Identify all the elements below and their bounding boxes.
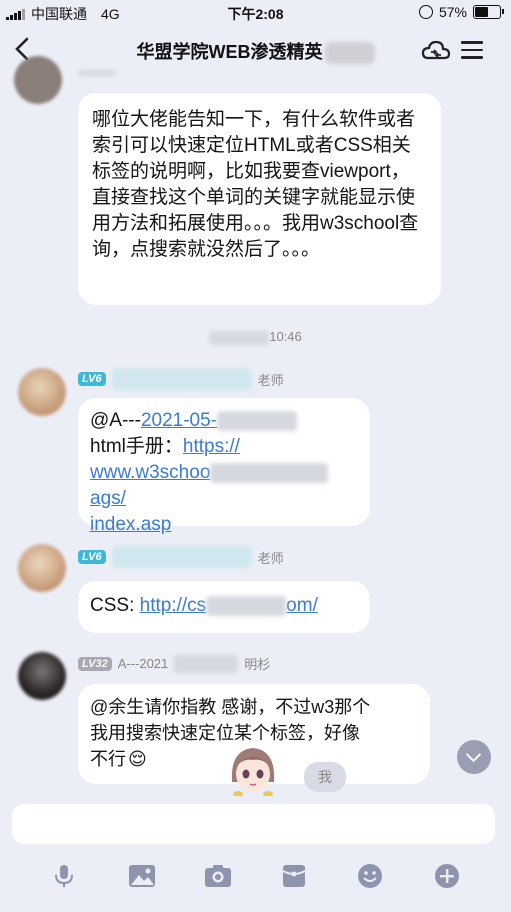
level-badge: LV6 [78, 550, 106, 564]
camera-icon [205, 865, 232, 887]
avatar[interactable] [18, 544, 66, 592]
camera-button[interactable] [204, 863, 232, 889]
message-line: 不行 [90, 749, 126, 769]
url-link[interactable]: https:// [183, 436, 240, 457]
sender-row: LV6 老师 [78, 368, 284, 390]
image-button[interactable] [128, 863, 155, 889]
message-bubble[interactable]: @A---2021-05- html手册：https:// www.w3scho… [78, 398, 370, 535]
toolbar [0, 856, 511, 896]
css-label: CSS: [90, 595, 135, 616]
voice-button[interactable] [51, 863, 77, 889]
mascot-icon[interactable] [226, 742, 280, 798]
sender-role: 老师 [257, 372, 284, 388]
emoji-button[interactable] [357, 863, 383, 889]
avatar[interactable] [18, 652, 66, 700]
microphone-icon [55, 865, 74, 887]
battery-icon [473, 5, 504, 19]
me-chip[interactable]: 我 [304, 762, 346, 792]
sender-name-blur [111, 368, 252, 390]
message-line: @余生请你指教 感谢，不过w3那个 [90, 697, 371, 717]
level-badge: LV32 [78, 656, 112, 671]
timestamp-text: 10:46 [269, 329, 302, 344]
sender-name-blur [111, 546, 252, 568]
chat-area[interactable]: 哪位大佬能告知一下，有什么软件或者索引可以快速定位HTML或者CSS相关标签的说… [0, 56, 511, 796]
menu-button[interactable] [461, 41, 483, 64]
cloud-sync-button[interactable] [421, 38, 451, 62]
sender-role: 老师 [257, 550, 284, 566]
url-link[interactable]: www.w3schoo [90, 462, 210, 483]
timestamp: 10:46 [0, 329, 511, 345]
mention-link[interactable]: 2021-05- [141, 410, 217, 431]
group-name: 华盟学院WEB渗透精英 [136, 42, 323, 62]
scroll-to-bottom-button[interactable] [457, 740, 491, 774]
emoji-icon [358, 864, 383, 888]
message-input[interactable] [12, 804, 495, 844]
red-packet-button[interactable] [281, 863, 307, 889]
plus-icon [434, 864, 459, 888]
status-bar: 中国联通 4G 下午2:08 57% [0, 0, 511, 26]
image-icon [128, 865, 155, 887]
relieved-emoji: 😌 [128, 749, 147, 769]
name-blur [78, 70, 116, 76]
avatar[interactable] [18, 368, 66, 416]
menu-icon [461, 41, 483, 59]
input-area [0, 796, 511, 912]
url-link[interactable]: http://cs [140, 595, 207, 616]
sender-name: A---2021 [117, 656, 169, 671]
message-text: 哪位大佬能告知一下，有什么软件或者索引可以快速定位HTML或者CSS相关标签的说… [92, 109, 419, 260]
url-blur [210, 462, 329, 483]
cloud-sync-icon [421, 40, 451, 60]
red-packet-icon [282, 865, 306, 887]
battery-percent: 57% [438, 4, 467, 20]
title-blur [324, 42, 375, 65]
timestamp-blur [209, 330, 270, 345]
rotation-lock-icon [418, 5, 433, 19]
avatar[interactable] [14, 56, 62, 104]
sender-row: LV32 A---2021 明杉 [78, 654, 270, 673]
url-blur [206, 595, 287, 616]
nav-bar: 华盟学院WEB渗透精英 [0, 26, 511, 76]
sender-name-suffix: 明杉 [244, 657, 271, 672]
mention[interactable]: @A--- [90, 410, 141, 431]
manual-label: html手册： [90, 436, 183, 457]
url-link[interactable]: index.asp [90, 514, 171, 535]
message-bubble[interactable]: 哪位大佬能告知一下，有什么软件或者索引可以快速定位HTML或者CSS相关标签的说… [78, 93, 441, 305]
level-badge: LV6 [78, 372, 106, 386]
mention-blur [217, 410, 298, 431]
sender-row: LV6 老师 [78, 546, 284, 568]
sender-name-blur [174, 654, 239, 673]
url-link[interactable]: om/ [286, 595, 318, 616]
message-bubble[interactable]: CSS: http://cs om/ [78, 581, 370, 633]
more-button[interactable] [434, 863, 460, 889]
url-link[interactable]: ags/ [90, 488, 126, 509]
